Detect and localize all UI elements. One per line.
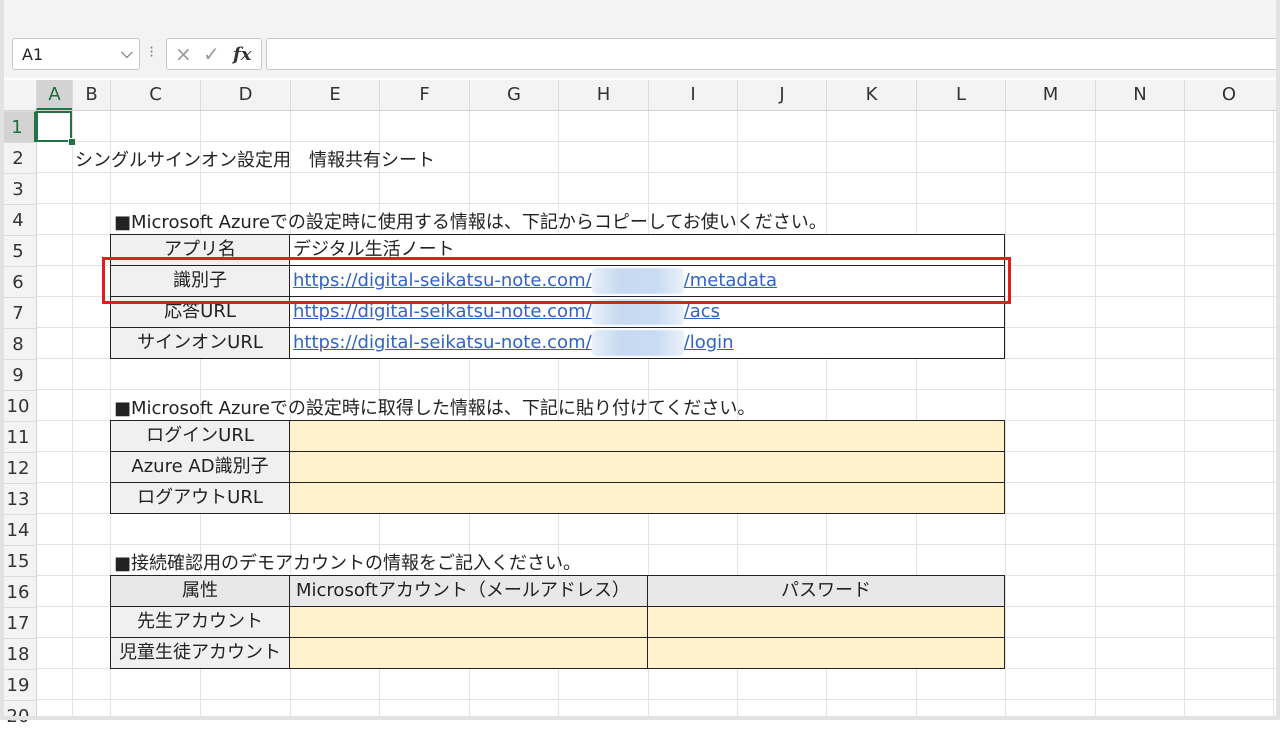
- insert-function-icon[interactable]: fx: [233, 44, 251, 65]
- name-box-value: A1: [19, 45, 44, 64]
- grid-line: [1273, 111, 1274, 720]
- row-header-14[interactable]: 14: [0, 514, 36, 545]
- label-student-account: 児童生徒アカウント: [110, 637, 290, 669]
- row-header-18[interactable]: 18: [0, 638, 36, 669]
- grid-line: [1005, 111, 1006, 720]
- chevron-down-icon[interactable]: ⌵: [121, 43, 133, 63]
- section2-heading: ■Microsoft Azureでの設定時に取得した情報は、下記に貼り付けてくだ…: [114, 398, 756, 419]
- column-header-o[interactable]: O: [1184, 80, 1273, 110]
- row-header-17[interactable]: 17: [0, 607, 36, 638]
- reply-link-suffix[interactable]: /acs: [684, 301, 720, 322]
- row-header-6[interactable]: 6: [0, 266, 36, 297]
- signon-link-prefix[interactable]: https://digital-seikatsu-note.com/: [293, 332, 592, 353]
- signon-link-suffix[interactable]: /login: [684, 332, 734, 353]
- input-student-password[interactable]: [647, 637, 1005, 669]
- cancel-icon[interactable]: ×: [175, 42, 192, 66]
- input-teacher-password[interactable]: [647, 606, 1005, 638]
- row-header-20[interactable]: 20: [0, 700, 36, 731]
- row-header-5[interactable]: 5: [0, 235, 36, 266]
- value-signon-url[interactable]: https://digital-seikatsu-note.com/ /login: [289, 327, 1005, 359]
- input-student-account[interactable]: [289, 637, 648, 669]
- active-cell-border: [36, 111, 72, 142]
- redacted-segment: [591, 330, 684, 356]
- row-headers: 1 2 3 4 5 6 7 8 9 10 11 12 13 14 15 16 17 18 19 20: [0, 111, 37, 727]
- grid-line: [1095, 111, 1096, 720]
- row-header-7[interactable]: 7: [0, 297, 36, 328]
- row-header-3[interactable]: 3: [0, 173, 36, 204]
- label-login-url: ログインURL: [110, 420, 290, 452]
- row-header-15[interactable]: 15: [0, 545, 36, 576]
- label-azure-ad-identifier: Azure AD識別子: [110, 451, 290, 483]
- input-logout-url[interactable]: [289, 482, 1005, 514]
- highlight-box: [102, 257, 1011, 304]
- column-header-b[interactable]: B: [72, 80, 110, 110]
- column-header-c[interactable]: C: [110, 80, 200, 110]
- reply-link-prefix[interactable]: https://digital-seikatsu-note.com/: [293, 301, 592, 322]
- column-header-n[interactable]: N: [1095, 80, 1184, 110]
- row-header-12[interactable]: 12: [0, 452, 36, 483]
- header-attribute: 属性: [110, 575, 290, 607]
- label-signon-url: サインオンURL: [110, 327, 290, 359]
- column-header-d[interactable]: D: [200, 80, 290, 110]
- column-header-m[interactable]: M: [1005, 80, 1095, 110]
- enter-icon[interactable]: ✓: [203, 42, 220, 66]
- row-header-4[interactable]: 4: [0, 204, 36, 235]
- column-header-i[interactable]: I: [648, 80, 737, 110]
- header-password: パスワード: [647, 575, 1005, 607]
- label-logout-url: ログアウトURL: [110, 482, 290, 514]
- column-header-a[interactable]: A: [36, 80, 72, 110]
- header-ms-account: Microsoftアカウント（メールアドレス）: [289, 575, 648, 607]
- formula-bar: A1 ⌵ ⁝ × ✓ fx: [0, 34, 1280, 78]
- row-header-1[interactable]: 1: [0, 111, 36, 142]
- column-header-f[interactable]: F: [379, 80, 469, 110]
- more-options-icon[interactable]: ⁝: [149, 42, 154, 61]
- row-header-2[interactable]: 2: [0, 142, 36, 173]
- row-header-19[interactable]: 19: [0, 669, 36, 700]
- column-header-h[interactable]: H: [558, 80, 648, 110]
- column-headers: ABCDEFGHIJKLMNO: [0, 80, 1280, 111]
- row-header-13[interactable]: 13: [0, 483, 36, 514]
- name-box[interactable]: A1 ⌵: [12, 38, 140, 70]
- column-header-l[interactable]: L: [916, 80, 1005, 110]
- formula-buttons: × ✓ fx: [166, 38, 262, 70]
- row-header-11[interactable]: 11: [0, 421, 36, 452]
- column-header-k[interactable]: K: [826, 80, 916, 110]
- row-header-9[interactable]: 9: [0, 359, 36, 390]
- fill-handle[interactable]: [68, 138, 76, 146]
- label-teacher-account: 先生アカウント: [110, 606, 290, 638]
- column-header-e[interactable]: E: [290, 80, 379, 110]
- input-login-url[interactable]: [289, 420, 1005, 452]
- formula-input[interactable]: [266, 38, 1278, 70]
- row-header-16[interactable]: 16: [0, 576, 36, 607]
- row-header-10[interactable]: 10: [0, 390, 36, 421]
- column-header-g[interactable]: G: [469, 80, 558, 110]
- input-azure-ad-identifier[interactable]: [289, 451, 1005, 483]
- ribbon-area: [0, 0, 1280, 34]
- input-teacher-account[interactable]: [289, 606, 648, 638]
- column-header-j[interactable]: J: [737, 80, 826, 110]
- section3-heading: ■接続確認用のデモアカウントの情報をご記入ください。: [114, 553, 582, 574]
- grid-line: [72, 111, 73, 720]
- select-all-corner[interactable]: [0, 80, 36, 110]
- grid-line: [1184, 111, 1185, 720]
- sheet-title: シングルサインオン設定用 情報共有シート: [75, 150, 435, 171]
- section1-heading: ■Microsoft Azureでの設定時に使用する情報は、下記からコピーしてお…: [114, 212, 827, 233]
- row-header-8[interactable]: 8: [0, 328, 36, 359]
